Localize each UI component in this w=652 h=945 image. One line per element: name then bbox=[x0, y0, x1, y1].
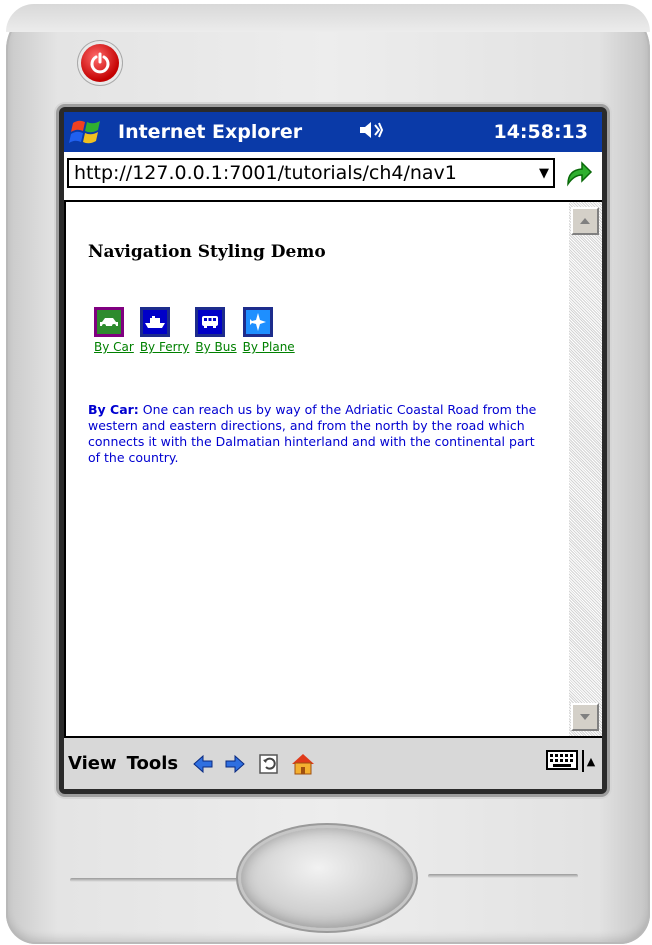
description-heading: By Car: bbox=[88, 402, 139, 417]
nav-label-ferry[interactable]: By Ferry bbox=[140, 340, 190, 354]
vertical-scrollbar[interactable] bbox=[569, 200, 602, 736]
device-groove-left bbox=[70, 878, 238, 882]
app-title: Internet Explorer bbox=[118, 121, 303, 143]
nav-item-bus[interactable]: By Bus bbox=[195, 307, 237, 354]
menu-bar: View Tools ▲ bbox=[64, 736, 602, 789]
web-page-content: Navigation Styling Demo By Car By Ferry … bbox=[64, 200, 569, 736]
forward-icon[interactable] bbox=[222, 751, 248, 777]
title-bar: Internet Explorer 14:58:13 bbox=[64, 112, 602, 152]
nav-item-plane[interactable]: By Plane bbox=[242, 307, 295, 354]
plane-icon[interactable] bbox=[242, 307, 273, 337]
address-bar[interactable]: http://127.0.0.1:7001/tutorials/ch4/nav1… bbox=[67, 158, 555, 188]
scroll-up-icon bbox=[580, 218, 590, 224]
address-row: http://127.0.0.1:7001/tutorials/ch4/nav1… bbox=[64, 152, 602, 200]
description-body: One can reach us by way of the Adriatic … bbox=[88, 402, 537, 465]
clock[interactable]: 14:58:13 bbox=[493, 121, 588, 143]
address-input[interactable]: http://127.0.0.1:7001/tutorials/ch4/nav1 bbox=[69, 162, 535, 184]
windows-flag-icon bbox=[69, 120, 100, 144]
transport-nav: By Car By Ferry By Bus By Plane bbox=[94, 307, 301, 354]
power-icon bbox=[90, 52, 110, 74]
device-screen: Internet Explorer 14:58:13 http://127.0.… bbox=[64, 112, 602, 789]
go-arrow-icon bbox=[567, 161, 593, 187]
car-icon[interactable] bbox=[94, 307, 124, 337]
description-text: By Car: One can reach us by way of the A… bbox=[88, 402, 538, 466]
scroll-down-button[interactable] bbox=[571, 703, 599, 731]
bus-icon[interactable] bbox=[195, 307, 226, 337]
address-dropdown-icon[interactable]: ▼ bbox=[535, 166, 553, 181]
navigation-pad[interactable] bbox=[241, 828, 413, 928]
tools-menu[interactable]: Tools bbox=[127, 753, 179, 774]
ferry-icon[interactable] bbox=[139, 307, 170, 337]
page-title: Navigation Styling Demo bbox=[88, 242, 326, 262]
nav-item-ferry[interactable]: By Ferry bbox=[139, 307, 190, 354]
home-icon[interactable] bbox=[290, 751, 316, 777]
view-menu[interactable]: View bbox=[68, 753, 117, 774]
refresh-icon[interactable] bbox=[256, 751, 282, 777]
device-groove-right bbox=[428, 874, 578, 878]
speaker-icon[interactable] bbox=[358, 119, 438, 146]
start-menu-button[interactable] bbox=[64, 112, 108, 152]
power-button[interactable] bbox=[81, 44, 119, 82]
nav-label-bus[interactable]: By Bus bbox=[195, 340, 236, 354]
input-panel-toggle[interactable]: ▲ bbox=[582, 750, 598, 772]
keyboard-icon[interactable] bbox=[546, 750, 580, 772]
back-icon[interactable] bbox=[190, 751, 216, 777]
scroll-up-button[interactable] bbox=[571, 207, 599, 235]
nav-label-plane[interactable]: By Plane bbox=[243, 340, 295, 354]
go-button[interactable] bbox=[562, 158, 594, 190]
scroll-down-icon bbox=[580, 714, 590, 720]
nav-label-car[interactable]: By Car bbox=[94, 340, 134, 354]
nav-item-car[interactable]: By Car bbox=[94, 307, 134, 354]
